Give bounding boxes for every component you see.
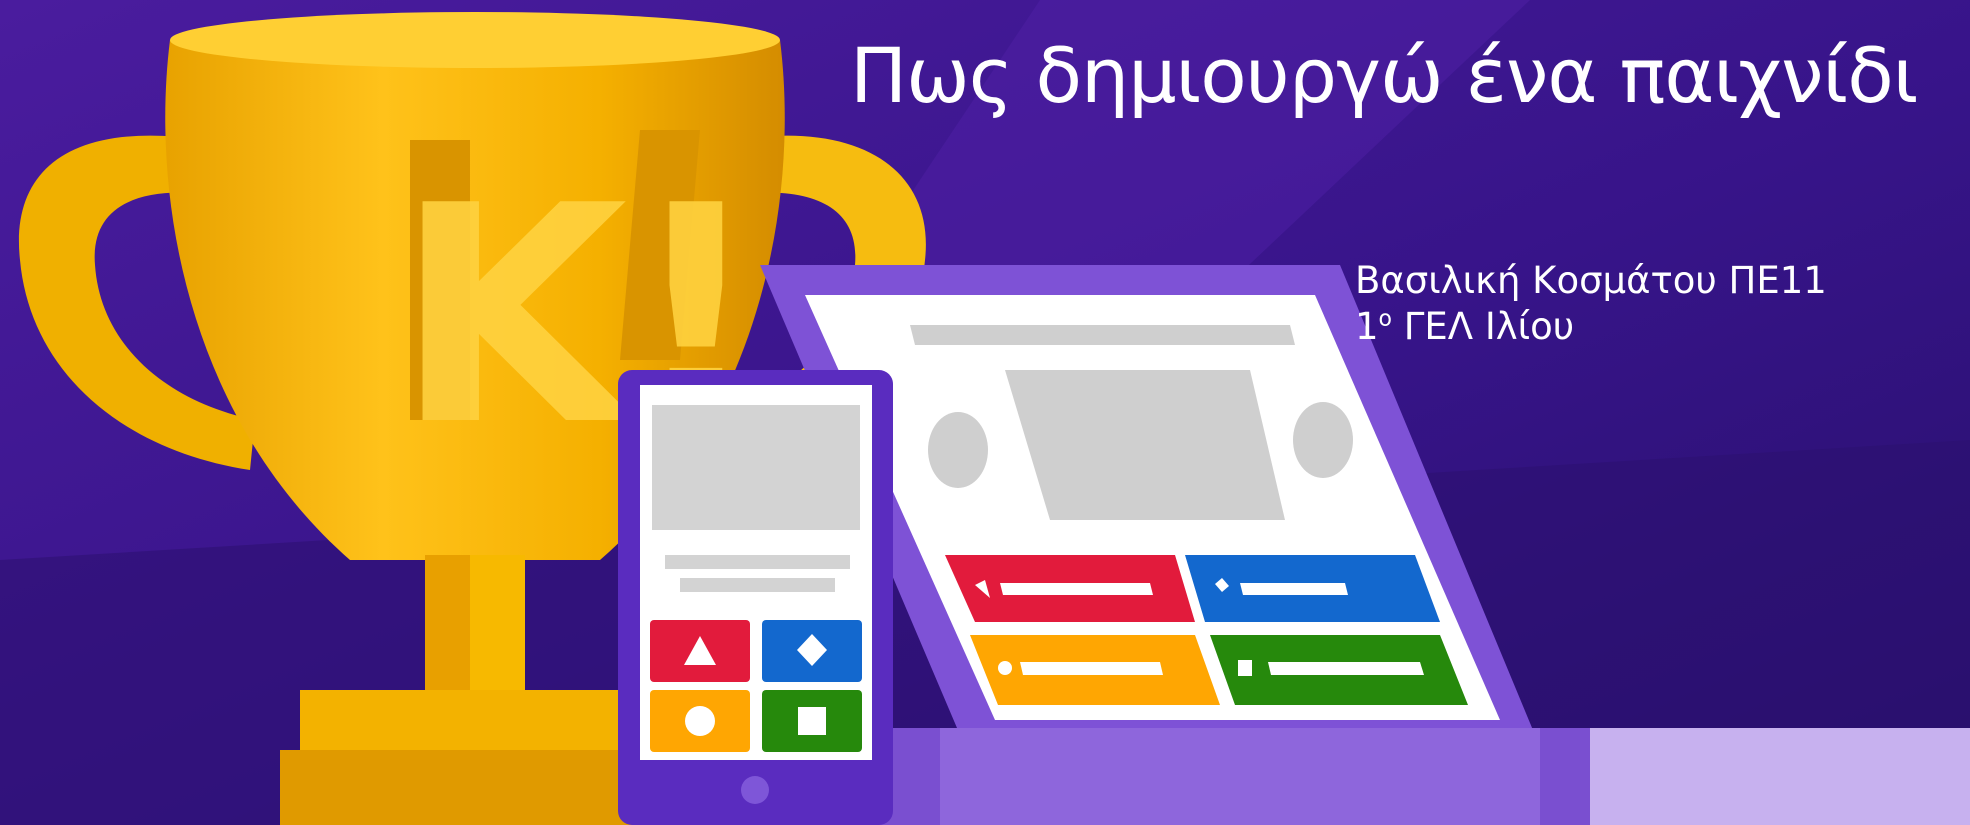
answer-red [945,555,1195,622]
answer-blue [1185,555,1440,622]
kahoot-illustration: K! [0,0,1970,825]
school-label: ΓΕΛ Ιλίου [1392,305,1575,349]
author-block: Βασιλική Κοσμάτου ΠΕ11 1ο ΓΕΛ Ιλίου [1355,258,1827,351]
answer-green [1210,635,1468,705]
school-ordinal: ο [1378,306,1393,332]
school-number: 1 [1355,305,1379,349]
slide-title: Πως δημιουργώ ένα παιχνίδι [850,31,1918,120]
square-icon [798,707,826,735]
circle-icon [685,706,715,736]
phone-device [618,370,893,825]
phone-answer-yellow [650,690,750,752]
phone-answer-blue [762,620,862,682]
school-name: 1ο ΓΕΛ Ιλίου [1355,304,1827,350]
phone-answer-red [650,620,750,682]
phone-answer-green [762,690,862,752]
author-name: Βασιλική Κοσμάτου ΠΕ11 [1355,259,1827,302]
title-slide: K! Πως δημιουργώ ένα παιχνίδι Βασιλική Κ… [0,0,1970,825]
answer-yellow [970,635,1220,705]
